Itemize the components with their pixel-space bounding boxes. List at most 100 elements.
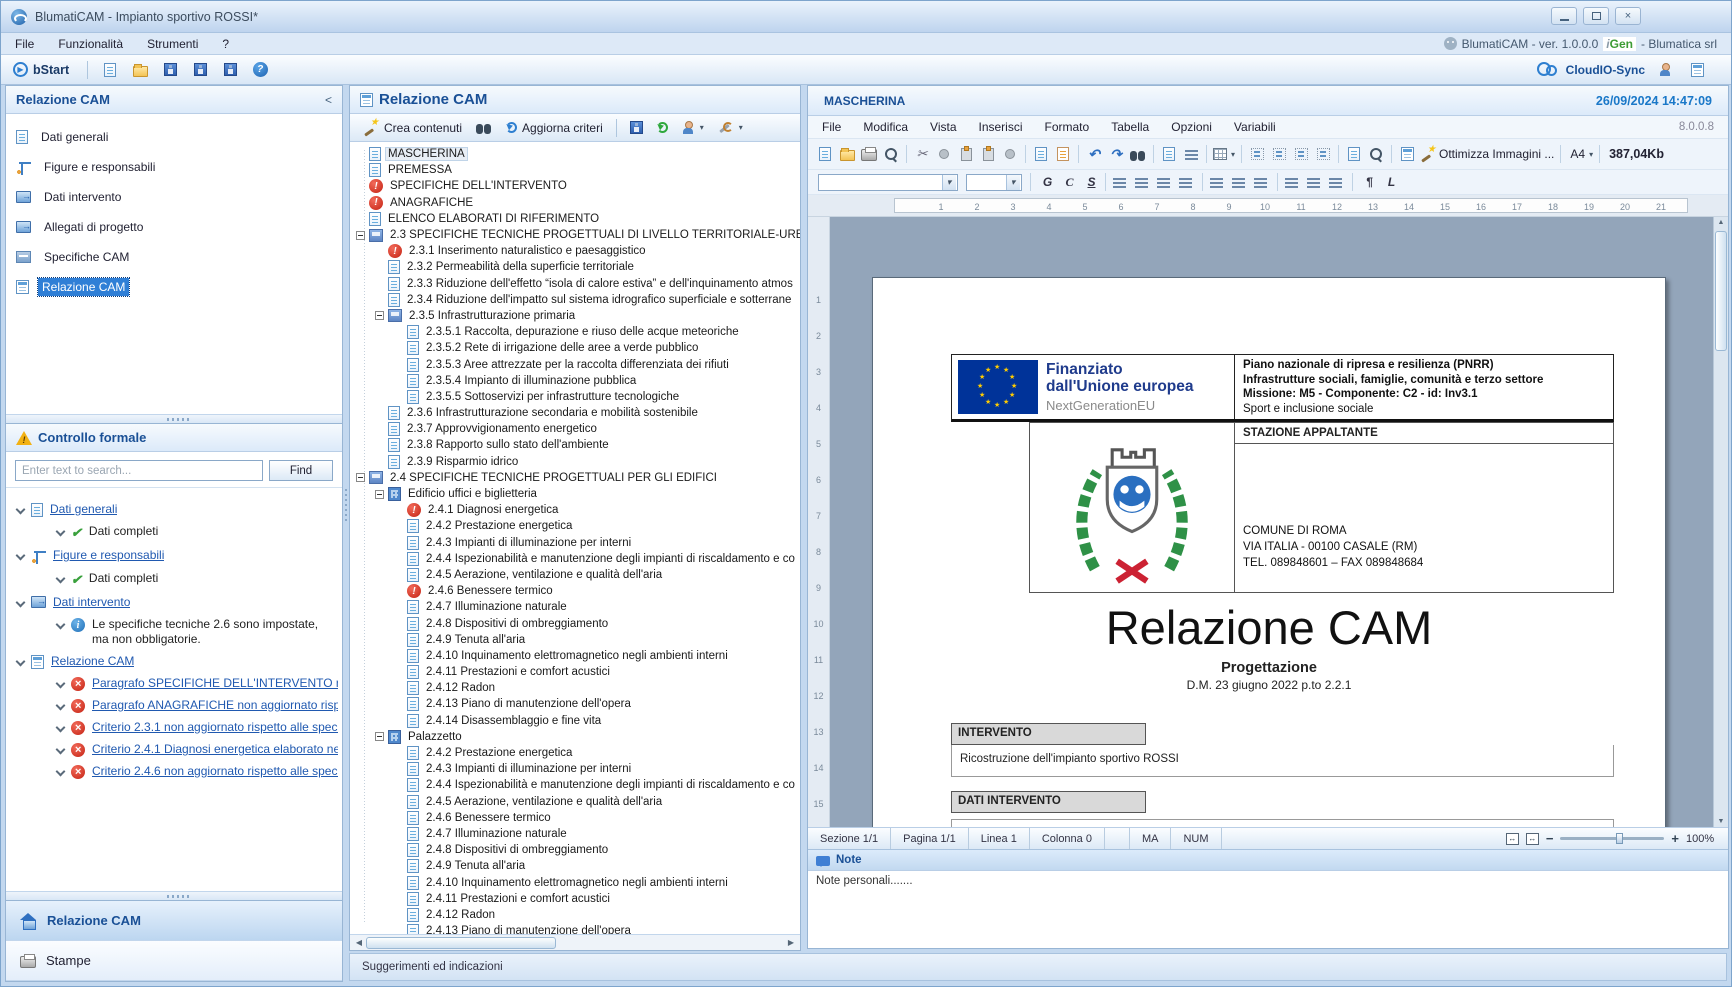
chevron-down-icon[interactable] bbox=[16, 551, 26, 561]
scroll-left-icon[interactable]: ◀ bbox=[352, 937, 366, 949]
align-right-icon[interactable] bbox=[1154, 171, 1176, 193]
tree-row[interactable]: 2.3.7 Approvvigionamento energetico bbox=[356, 421, 800, 437]
controllo-row[interactable]: Dati generali bbox=[16, 502, 338, 517]
tree-row[interactable]: 2.4.8 Dispositivi di ombreggiamento bbox=[356, 842, 800, 858]
zoom-slider-thumb[interactable] bbox=[1616, 833, 1623, 844]
chevron-down-icon[interactable] bbox=[16, 657, 26, 667]
controllo-row-text[interactable]: Dati completi bbox=[89, 524, 158, 539]
print-icon[interactable] bbox=[858, 143, 880, 165]
save-icon[interactable] bbox=[158, 59, 182, 81]
sidebar-item[interactable]: Relazione CAM bbox=[16, 272, 342, 302]
insert-field-icon[interactable] bbox=[1180, 143, 1202, 165]
sidebar-item[interactable]: Specifiche CAM bbox=[16, 242, 342, 272]
tree-row[interactable]: 2.4.13 Piano di manutenzione dell'opera bbox=[356, 696, 800, 712]
bullet-list-icon[interactable] bbox=[1207, 171, 1229, 193]
find-content-button[interactable] bbox=[471, 119, 497, 136]
tree-row[interactable]: 2.4.9 Tenuta all'aria bbox=[356, 632, 800, 648]
file-size-label[interactable]: 387,04Kb bbox=[1604, 143, 1666, 165]
paper-size-select[interactable]: A4 bbox=[1565, 143, 1595, 165]
frame-top-icon[interactable] bbox=[1290, 143, 1312, 165]
note-textarea[interactable]: Note personali....... bbox=[808, 870, 1728, 948]
expand-collapse-icon[interactable] bbox=[375, 732, 384, 741]
frame-left-icon[interactable] bbox=[1246, 143, 1268, 165]
tree-row[interactable]: 2.4.6 Benessere termico bbox=[356, 810, 800, 826]
aggiorna-criteri-button[interactable]: Aggiorna criteri bbox=[501, 119, 608, 137]
tree-row[interactable]: Palazzetto bbox=[356, 729, 800, 745]
tree-row[interactable]: 2.3.6 Infrastrutturazione secondaria e m… bbox=[356, 405, 800, 421]
separator[interactable] bbox=[1338, 145, 1339, 163]
menu-item[interactable]: File bbox=[15, 37, 34, 51]
separator[interactable] bbox=[1277, 173, 1278, 191]
separator[interactable] bbox=[1025, 145, 1026, 163]
collapse-sidebar-button[interactable]: < bbox=[325, 93, 332, 107]
sync-document-icon[interactable] bbox=[1685, 59, 1709, 81]
underline-button[interactable]: S bbox=[1079, 171, 1101, 193]
font-size-combo[interactable] bbox=[964, 171, 1026, 193]
separator[interactable] bbox=[1202, 173, 1203, 191]
find-button[interactable]: Find bbox=[269, 460, 333, 481]
chevron-down-icon[interactable] bbox=[16, 505, 26, 515]
tree-row[interactable]: 2.3 SPECIFICHE TECNICHE PROGETTUALI DI L… bbox=[356, 227, 800, 243]
controllo-row-text[interactable]: Le specifiche tecniche 2.6 sono impostat… bbox=[92, 617, 338, 647]
tree-row[interactable]: 2.4.11 Prestazioni e comfort acustici bbox=[356, 664, 800, 680]
insert-page-icon[interactable] bbox=[1158, 143, 1180, 165]
menu-item[interactable]: ? bbox=[222, 37, 229, 51]
controllo-row[interactable]: Criterio 2.3.1 non aggiornato rispetto a… bbox=[16, 720, 338, 735]
editor-menu-item[interactable]: File bbox=[822, 120, 841, 134]
outline-list-icon[interactable] bbox=[1251, 171, 1273, 193]
tree-row[interactable]: 2.4.3 Impianti di illuminazione per inte… bbox=[356, 535, 800, 551]
line-spacing-1-icon[interactable] bbox=[1282, 171, 1304, 193]
tree-row[interactable]: 2.3.5.2 Rete di irrigazione delle aree a… bbox=[356, 340, 800, 356]
separator[interactable] bbox=[1599, 145, 1600, 163]
open-icon[interactable] bbox=[128, 59, 152, 81]
zoom-in-button[interactable]: + bbox=[1671, 831, 1679, 846]
find-icon[interactable] bbox=[1127, 143, 1149, 165]
document-page[interactable]: ★★ ★★ ★★ ★★ ★★ ★★ Finanziato dall'Unione bbox=[872, 277, 1666, 827]
cloud-sync-label[interactable]: CloudIO-Sync bbox=[1566, 63, 1645, 77]
import-icon[interactable] bbox=[1030, 143, 1052, 165]
controllo-row-text[interactable]: Dati generali bbox=[50, 502, 117, 517]
controllo-row-text[interactable]: Paragrafo SPECIFICHE DELL'INTERVENTO non… bbox=[92, 676, 338, 691]
sidebar-item[interactable]: Dati intervento bbox=[16, 182, 342, 212]
controllo-row[interactable]: Criterio 2.4.6 non aggiornato rispetto a… bbox=[16, 764, 338, 779]
separator[interactable] bbox=[1206, 145, 1207, 163]
separator[interactable] bbox=[1391, 145, 1392, 163]
zoom-slider[interactable] bbox=[1560, 837, 1664, 840]
new-document-icon[interactable] bbox=[814, 143, 836, 165]
tree-row[interactable]: 2.3.3 Riduzione dell'effetto “isola di c… bbox=[356, 276, 800, 292]
controllo-row[interactable]: Dati completi bbox=[16, 524, 338, 541]
controllo-row-text[interactable]: Paragrafo ANAGRAFICHE non aggiornato ris… bbox=[92, 698, 338, 713]
redo-icon[interactable] bbox=[1105, 143, 1127, 165]
cut-icon[interactable] bbox=[911, 143, 933, 165]
chevron-down-icon[interactable] bbox=[56, 574, 66, 584]
document-map-icon[interactable] bbox=[1396, 143, 1418, 165]
new-document-icon[interactable] bbox=[98, 59, 122, 81]
tree-row[interactable]: 2.4.2 Prestazione energetica bbox=[356, 518, 800, 534]
sync-contacts-icon[interactable] bbox=[1653, 59, 1677, 81]
save-as-icon[interactable] bbox=[188, 59, 212, 81]
sidebar-item[interactable]: Dati generali bbox=[16, 122, 342, 152]
line-spacing-2-icon[interactable] bbox=[1326, 171, 1348, 193]
tree-row[interactable]: ANAGRAFICHE bbox=[356, 195, 800, 211]
separator[interactable] bbox=[1030, 173, 1031, 191]
chevron-down-icon[interactable] bbox=[56, 745, 66, 755]
separator[interactable] bbox=[1078, 145, 1079, 163]
note-panel-header[interactable]: Note bbox=[808, 849, 1728, 870]
user-menu-button[interactable]: ▾ bbox=[677, 119, 709, 136]
chevron-down-icon[interactable] bbox=[56, 679, 66, 689]
separator[interactable] bbox=[1105, 173, 1106, 191]
tree-row[interactable]: 2.4.14 Disassemblaggio e fine vita bbox=[356, 713, 800, 729]
crea-contenuti-button[interactable]: Crea contenuti bbox=[358, 118, 467, 137]
separator[interactable] bbox=[1153, 145, 1154, 163]
editor-menu-item[interactable]: Tabella bbox=[1111, 120, 1149, 134]
italic-button[interactable]: C bbox=[1057, 171, 1079, 193]
tree-row[interactable]: 2.4.12 Radon bbox=[356, 680, 800, 696]
paste-icon[interactable] bbox=[955, 143, 977, 165]
minimize-button[interactable] bbox=[1551, 7, 1577, 25]
print-preview-icon[interactable] bbox=[880, 143, 902, 165]
controllo-row[interactable]: Paragrafo ANAGRAFICHE non aggiornato ris… bbox=[16, 698, 338, 713]
paste-special-icon[interactable] bbox=[977, 143, 999, 165]
controllo-row[interactable]: Dati intervento bbox=[16, 595, 338, 610]
sidebar-item[interactable]: Allegati di progetto bbox=[16, 212, 342, 242]
fit-page-icon[interactable] bbox=[1526, 833, 1539, 845]
